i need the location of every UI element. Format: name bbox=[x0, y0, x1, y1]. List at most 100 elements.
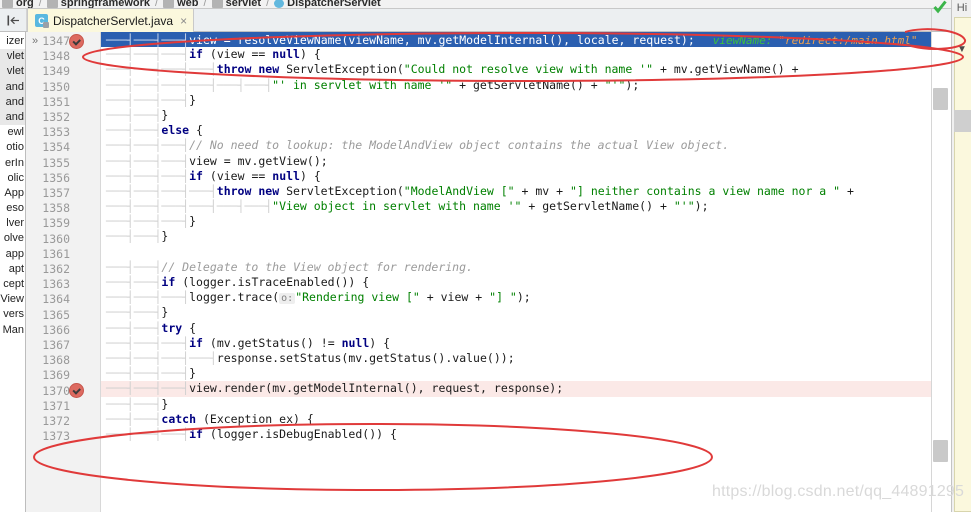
line-number: 1360 bbox=[42, 231, 70, 246]
breadcrumb-item-org[interactable]: org bbox=[2, 0, 34, 8]
structure-item[interactable]: and bbox=[0, 79, 25, 95]
code-line[interactable]: ───┤───┤───┤if (logger.isDebugEnabled())… bbox=[101, 427, 931, 442]
structure-item[interactable]: olve bbox=[0, 231, 25, 246]
structure-item[interactable]: and bbox=[0, 109, 25, 126]
code-line[interactable]: ───┤───┤// Delegate to the View object f… bbox=[101, 260, 931, 275]
code-line[interactable]: ───┤───┤if (logger.isTraceEnabled()) { bbox=[101, 275, 931, 290]
structure-item[interactable]: olic bbox=[0, 171, 25, 186]
line-number: 1350 bbox=[42, 79, 70, 94]
code-line[interactable]: ───┤───┤───┤───┤response.setStatus(mv.ge… bbox=[101, 351, 931, 366]
editor-gutter[interactable]: » 1347 1348 1349 1350 1351 1352 1353 1354 1355 13… bbox=[26, 32, 101, 512]
editor-tab-dispatcherservlet[interactable]: C DispatcherServlet.java × bbox=[27, 9, 195, 32]
debug-hint-name: viewName: bbox=[712, 34, 773, 47]
code-line[interactable]: ───┤───┤} bbox=[101, 397, 931, 412]
structure-item[interactable]: Man bbox=[0, 323, 25, 338]
code-editor-content[interactable]: ───┤───┤───┤view = resolveViewName(viewN… bbox=[101, 32, 931, 512]
line-number: 1359 bbox=[42, 216, 70, 231]
breadcrumb[interactable]: org / springframework / web / servlet / … bbox=[0, 0, 971, 9]
structure-item[interactable]: lver bbox=[0, 216, 25, 231]
line-number: 1372 bbox=[42, 414, 70, 428]
scrollbar-thumb[interactable] bbox=[933, 88, 948, 110]
breadcrumb-item-label: org bbox=[16, 0, 34, 8]
structure-item[interactable]: app bbox=[0, 247, 25, 262]
line-number: 1357 bbox=[42, 186, 70, 200]
code-line[interactable]: ───┤───┤───┤} bbox=[101, 93, 931, 108]
structure-item[interactable]: cept bbox=[0, 277, 25, 292]
code-line[interactable]: ───┤───┤───┤view.render(mv.getModelInter… bbox=[101, 381, 931, 397]
scrollbar-thumb[interactable] bbox=[933, 440, 948, 462]
code-line[interactable]: ───┤───┤} bbox=[101, 108, 931, 123]
tool-window-panel bbox=[954, 17, 971, 512]
breadcrumb-item-web[interactable]: web bbox=[163, 0, 199, 8]
editor-tab-bar: C DispatcherServlet.java × bbox=[0, 9, 971, 32]
muted-breakpoint-icon[interactable] bbox=[69, 383, 84, 398]
line-number: 1365 bbox=[42, 307, 70, 322]
line-number: 1352 bbox=[42, 110, 70, 124]
structure-item[interactable]: App bbox=[0, 186, 25, 201]
line-number: 1355 bbox=[42, 155, 70, 170]
show-hide-tabs-button[interactable] bbox=[0, 9, 27, 31]
structure-item[interactable]: ewl bbox=[0, 125, 25, 140]
close-icon[interactable]: × bbox=[180, 15, 187, 27]
line-number: 1354 bbox=[42, 140, 70, 155]
structure-item[interactable]: vlet bbox=[0, 64, 25, 80]
line-number: 1351 bbox=[42, 94, 70, 109]
structure-item[interactable]: View bbox=[0, 292, 25, 307]
code-line[interactable] bbox=[101, 245, 931, 260]
line-number: 1370 bbox=[42, 383, 70, 398]
code-line[interactable]: ───┤───┤───┤if (mv.getStatus() != null) … bbox=[101, 336, 931, 351]
structure-item[interactable]: vers bbox=[0, 307, 25, 322]
line-number: 1371 bbox=[42, 398, 70, 413]
structure-item[interactable]: apt bbox=[0, 262, 25, 277]
breadcrumb-item-dispatcherservlet[interactable]: DispatcherServlet bbox=[274, 0, 381, 8]
folder-icon bbox=[2, 0, 13, 8]
line-number: 1353 bbox=[42, 125, 70, 140]
ide-editor-screenshot: org / springframework / web / servlet / … bbox=[0, 0, 971, 512]
code-line[interactable]: ───┤───┤───┤view = mv.getView(); bbox=[101, 154, 931, 169]
structure-item[interactable]: erIn bbox=[0, 156, 25, 171]
code-line[interactable]: ───┤───┤───┤if (view == null) { bbox=[101, 169, 931, 184]
code-line[interactable]: ───┤───┤───┤logger.trace(o: "Rendering vi… bbox=[101, 290, 931, 305]
structure-item[interactable]: and bbox=[0, 94, 25, 110]
tab-bar-filler bbox=[194, 9, 931, 31]
structure-item[interactable]: izer bbox=[0, 34, 25, 49]
code-line[interactable]: ───┤───┤───┤view = resolveViewName(viewN… bbox=[101, 32, 931, 48]
structure-item[interactable]: vlet bbox=[0, 49, 25, 65]
code-line[interactable]: ───┤───┤───┤if (view == null) { bbox=[101, 47, 931, 62]
line-number: 1348 bbox=[42, 49, 70, 64]
chevron-down-icon[interactable]: ▼ bbox=[956, 44, 968, 56]
folder-icon bbox=[163, 0, 175, 8]
folder-icon bbox=[46, 0, 58, 8]
code-line[interactable]: ───┤───┤catch (Exception ex) { bbox=[101, 412, 931, 427]
inspection-ok-checkmark-icon[interactable] bbox=[933, 0, 947, 14]
breadcrumb-item-servlet[interactable]: servlet bbox=[211, 0, 262, 8]
code-line[interactable]: ───┤───┤} bbox=[101, 305, 931, 320]
structure-panel-strip[interactable]: izer vlet vlet and and and ewl otio erIn olic App e… bbox=[0, 32, 26, 512]
code-line[interactable]: ───┤───┤try { bbox=[101, 321, 931, 336]
breadcrumb-item-label: servlet bbox=[225, 0, 262, 8]
line-number: 1347 bbox=[42, 34, 70, 48]
line-number: 1356 bbox=[42, 170, 70, 185]
code-line[interactable]: ───┤───┤───┤───┤───┤───┤"' in servlet wi… bbox=[101, 78, 931, 93]
breadcrumb-item-label: springframework bbox=[60, 0, 151, 8]
line-number: 1349 bbox=[42, 64, 70, 79]
structure-item[interactable]: eso bbox=[0, 201, 25, 216]
code-line[interactable]: ───┤───┤} bbox=[101, 229, 931, 244]
code-line[interactable]: ───┤───┤───┤} bbox=[101, 214, 931, 229]
watermark-text: https://blog.csdn.net/qq_44891295 bbox=[712, 483, 965, 500]
code-line[interactable]: ───┤───┤───┤───┤throw new ServletExcepti… bbox=[101, 184, 931, 199]
code-line[interactable]: ───┤───┤───┤───┤throw new ServletExcepti… bbox=[101, 62, 931, 77]
code-line[interactable]: ───┤───┤───┤// No need to lookup: the Mo… bbox=[101, 138, 931, 153]
code-line[interactable]: ───┤───┤───┤} bbox=[101, 366, 931, 381]
structure-item[interactable]: otio bbox=[0, 140, 25, 155]
code-line[interactable]: ───┤───┤───┤───┤───┤───┤"View object in … bbox=[101, 199, 931, 214]
muted-breakpoint-icon[interactable] bbox=[69, 34, 84, 49]
line-number: 1361 bbox=[42, 246, 70, 261]
expand-gutter-icon[interactable]: » bbox=[28, 34, 42, 48]
editor-tab-label: DispatcherServlet.java bbox=[53, 13, 174, 28]
tool-window-scroll-block[interactable] bbox=[954, 110, 971, 132]
code-line[interactable]: ───┤───┤else { bbox=[101, 123, 931, 138]
tool-window-tab-hierarchy[interactable]: Hi bbox=[952, 2, 971, 15]
breadcrumb-separator: / bbox=[155, 0, 159, 9]
breadcrumb-item-springframework[interactable]: springframework bbox=[46, 0, 151, 8]
